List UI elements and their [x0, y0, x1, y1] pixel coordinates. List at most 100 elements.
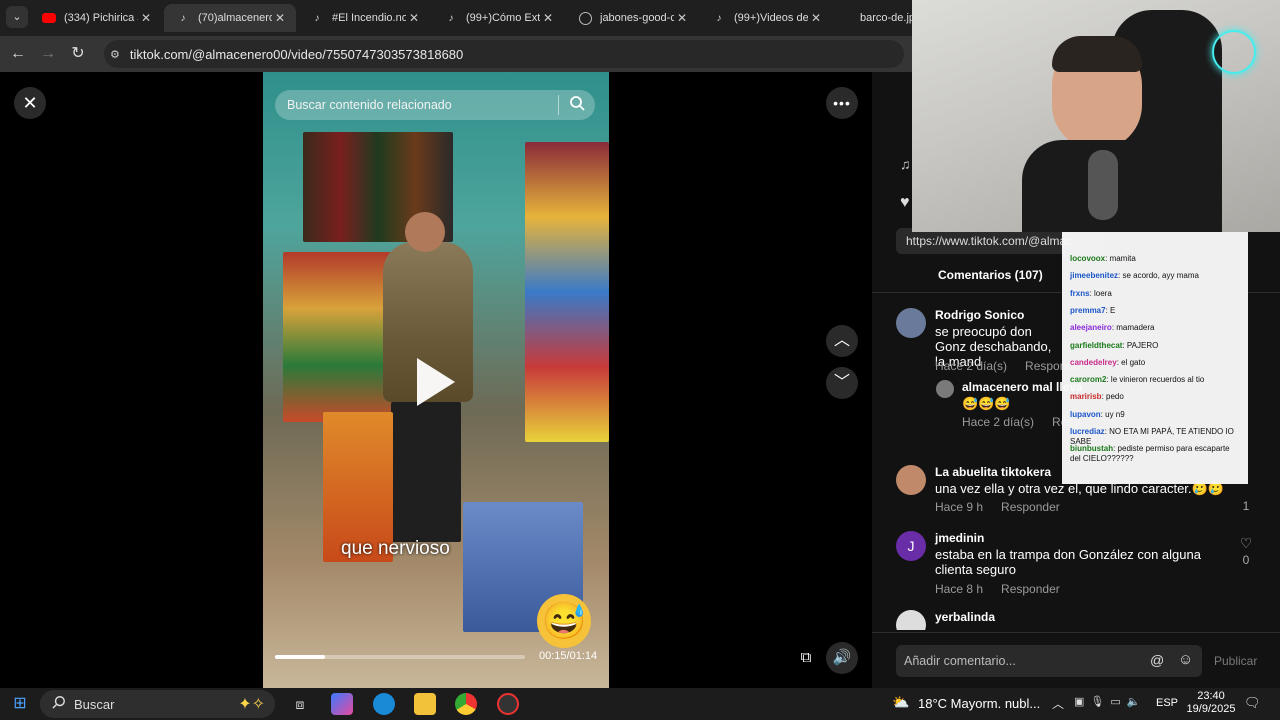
chat-username[interactable]: biunbustah [1070, 444, 1113, 453]
language-indicator[interactable]: ESP [1156, 697, 1178, 709]
comment-author[interactable]: jmedinin [935, 531, 984, 545]
copilot-icon[interactable] [331, 693, 353, 715]
chat-username[interactable]: lupavon [1070, 410, 1101, 419]
taskbar-search[interactable]: Buscar ✦✧ [40, 690, 275, 718]
comment-placeholder: Añadir comentario... [904, 654, 1016, 668]
chat-username[interactable]: jimeebenitez [1070, 271, 1118, 280]
chevron-up-icon[interactable]: ︿ [826, 325, 858, 357]
comment-author[interactable]: La abuelita tiktokera [935, 465, 1051, 479]
chat-text: : E [1105, 305, 1116, 315]
comment-date: Hace 9 h [935, 500, 984, 514]
volume-icon[interactable]: 🔊 [826, 642, 858, 674]
task-view-icon[interactable]: ⧈ [289, 693, 311, 715]
chat-username[interactable]: carorom2 [1070, 375, 1106, 384]
chat-text: : mamita [1105, 254, 1136, 263]
weather-text[interactable]: 18°C Mayorm. nubl... [918, 696, 1040, 711]
tab-0[interactable]: (334) Pichirica Ja ✕ [30, 4, 162, 32]
tab-4[interactable]: jabones-good-c ✕ [566, 4, 698, 32]
tab-6[interactable]: barco-de.jpg [834, 4, 912, 32]
comment-composer: Añadir comentario... @ ☺ Publicar [872, 632, 1280, 689]
chat-username[interactable]: locovoox [1070, 254, 1105, 263]
forward-icon[interactable]: → [38, 44, 58, 64]
address-bar[interactable]: ⚙ tiktok.com/@almacenero00/video/7550747… [104, 40, 904, 68]
taskbar: ⊞ Buscar ✦✧ ⧈ ⛅ 18°C Mayorm. nubl... ︿ ▣… [0, 688, 1280, 720]
tab-3[interactable]: ♪ (99+)Cómo Extr ✕ [432, 4, 564, 32]
close-icon[interactable]: ✕ [14, 87, 46, 119]
tab-comments[interactable]: Comentarios (107) [938, 268, 1043, 282]
chat-username[interactable]: maririsb [1070, 392, 1102, 401]
comment-author[interactable]: yerbalinda [935, 610, 995, 624]
heart-icon[interactable]: ♡ [1236, 535, 1256, 552]
mention-icon[interactable]: @ [1150, 652, 1164, 668]
chat-username[interactable]: premma7 [1070, 306, 1106, 315]
chat-message: premma7: E [1070, 306, 1242, 316]
avatar[interactable] [896, 610, 926, 630]
chat-text: : mamadera [1111, 323, 1155, 333]
chat-message: candedelrey: el gato [1070, 358, 1242, 368]
tab-title: barco-de.jpg [860, 12, 912, 24]
reply-button[interactable]: Responder [1001, 500, 1060, 514]
obs-icon[interactable] [497, 693, 519, 715]
more-options-icon[interactable]: ••• [826, 87, 858, 119]
chat-message: maririsb: pedo [1070, 392, 1242, 402]
publish-button[interactable]: Publicar [1214, 654, 1257, 668]
notifications-icon[interactable]: 🗨 [1244, 695, 1261, 711]
close-icon[interactable]: ✕ [138, 11, 154, 25]
image-icon [838, 11, 852, 25]
close-icon[interactable]: ✕ [272, 11, 288, 25]
avatar[interactable]: J [896, 531, 926, 561]
reply-button[interactable]: Responder [1001, 582, 1060, 596]
clock[interactable]: 23:40 19/9/2025 [1186, 690, 1236, 716]
streamer-shirt [1022, 140, 1222, 232]
comment-input[interactable]: Añadir comentario... @ ☺ [896, 645, 1202, 677]
chat-username[interactable]: garfieldthecat [1070, 341, 1122, 350]
heart-icon[interactable]: ♥ [900, 194, 910, 212]
emoji-icon[interactable]: ☺ [1178, 651, 1193, 668]
video-frame[interactable]: Buscar contenido relacionado que nervios… [263, 72, 609, 688]
close-icon[interactable]: ✕ [406, 11, 422, 25]
chevron-down-icon[interactable]: ﹀ [826, 367, 858, 399]
tab-2[interactable]: ♪ #El Incendio.no ✕ [298, 4, 430, 32]
back-icon[interactable]: ← [8, 44, 28, 64]
windows-start-icon[interactable]: ⊞ [9, 693, 31, 715]
tab-5[interactable]: ♪ (99+)Videos de ✕ [700, 4, 832, 32]
close-icon[interactable]: ✕ [540, 11, 556, 25]
close-icon[interactable]: ✕ [808, 11, 824, 25]
search-icon [52, 695, 66, 714]
file-explorer-icon[interactable] [414, 693, 436, 715]
store-rack-snacks [525, 142, 609, 442]
avatar[interactable] [896, 465, 926, 495]
mini-player-icon[interactable]: ⧉ [790, 642, 822, 674]
sweat-smile-emoji: 😅 [537, 594, 591, 648]
chat-username[interactable]: aleejaneiro [1070, 323, 1112, 332]
related-search-bar[interactable]: Buscar contenido relacionado [275, 90, 595, 120]
like-count: 0 [1242, 553, 1250, 567]
chat-text: : se acordo, ayy mama [1118, 271, 1199, 281]
reload-icon[interactable]: ↻ [68, 44, 88, 64]
comment-date: Hace 2 día(s) [962, 415, 1035, 429]
tiktok-icon: ♪ [716, 12, 722, 24]
chat-username[interactable]: frxns [1070, 289, 1090, 298]
close-icon[interactable]: ✕ [674, 11, 690, 25]
site-info-icon[interactable]: ⚙ [110, 48, 120, 61]
person-head [405, 212, 445, 252]
tab-title: jabones-good-c [600, 12, 674, 24]
weather-icon: ⛅ [892, 694, 910, 710]
like-count: 1 [1242, 499, 1250, 513]
progress-bar[interactable] [275, 655, 525, 659]
stream-chat: locovoox: mamita jimeebenitez: se acordo,… [1062, 232, 1248, 484]
chrome-icon[interactable] [455, 693, 477, 715]
avatar[interactable] [896, 308, 926, 338]
tray-chevron-icon[interactable]: ︿ [1052, 695, 1064, 712]
play-icon[interactable] [417, 358, 455, 406]
tab-1[interactable]: ♪ (70)almacenero ✕ [164, 4, 296, 32]
chat-username[interactable]: lucrediaz [1070, 427, 1105, 436]
avatar[interactable] [936, 380, 954, 398]
tab-search-icon[interactable]: ⌄ [6, 6, 28, 28]
comment-author[interactable]: Rodrigo Sonico [935, 308, 1024, 322]
person-pants [391, 402, 461, 542]
chat-username[interactable]: candedelrey [1070, 358, 1117, 367]
search-icon[interactable] [559, 95, 595, 116]
edge-icon[interactable] [373, 693, 395, 715]
tray-icons[interactable]: ▣🎙▭🔈 [1074, 695, 1146, 708]
